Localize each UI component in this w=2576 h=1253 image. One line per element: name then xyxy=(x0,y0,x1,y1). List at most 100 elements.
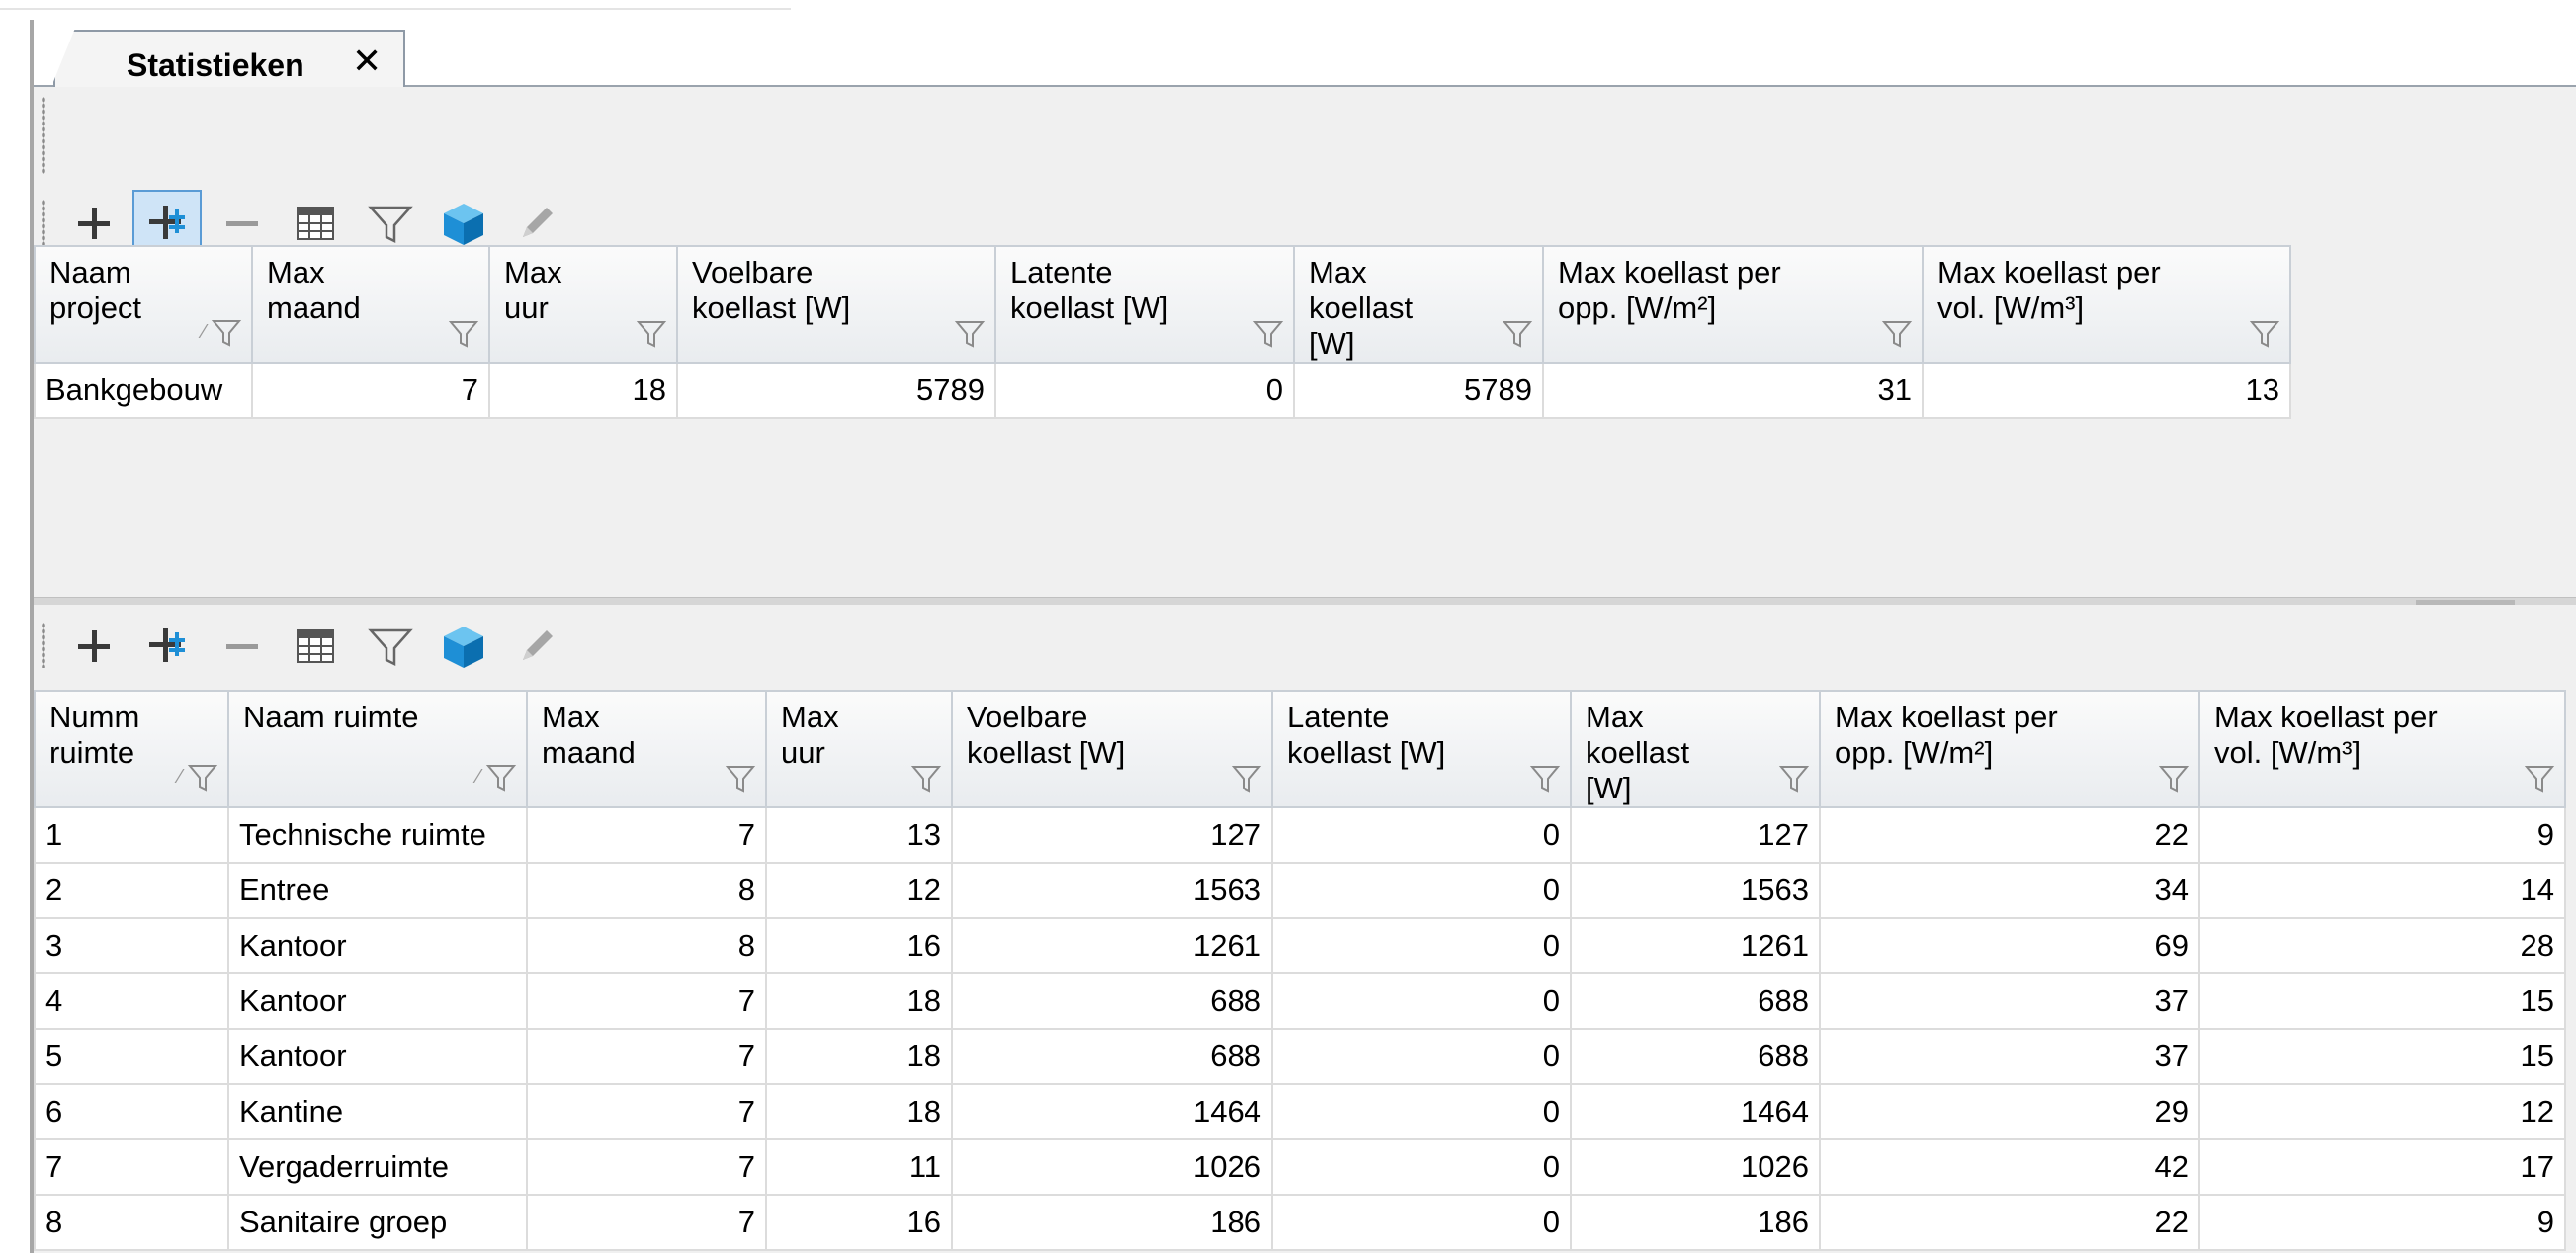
table-cell[interactable]: 34 xyxy=(1819,862,2200,919)
table-cell[interactable]: 18 xyxy=(765,1083,953,1140)
3d-view-button[interactable] xyxy=(429,613,498,680)
table-cell[interactable]: 22 xyxy=(1819,1194,2200,1251)
table-cell[interactable]: 0 xyxy=(994,362,1295,419)
columns-button[interactable] xyxy=(281,613,350,680)
column-header[interactable]: Max koellast [W] xyxy=(1570,690,1821,808)
filter-icon[interactable] xyxy=(186,760,219,794)
table-cell[interactable]: 8 xyxy=(34,1194,229,1251)
table-cell[interactable]: 13 xyxy=(765,806,953,864)
table-cell[interactable]: 18 xyxy=(765,972,953,1030)
table-cell[interactable]: 7 xyxy=(34,1138,229,1196)
column-header[interactable]: Voelbare koellast [W] xyxy=(951,690,1273,808)
table-cell[interactable]: 6 xyxy=(34,1083,229,1140)
column-header[interactable]: Naam ruimte ⁄ xyxy=(227,690,528,808)
filter-icon[interactable] xyxy=(635,316,668,350)
table-cell[interactable]: 4 xyxy=(34,972,229,1030)
table-row[interactable]: 7 Vergaderruimte 7 11 1026 0 1026 42 17 xyxy=(34,1138,2566,1196)
table-row[interactable]: 1 Technische ruimte 7 13 127 0 127 22 9 xyxy=(34,806,2566,864)
table-cell[interactable]: 28 xyxy=(2198,917,2566,974)
table-row[interactable]: Bankgebouw 7 18 5789 0 5789 31 13 xyxy=(34,362,2291,419)
table-cell[interactable]: 22 xyxy=(1819,806,2200,864)
table-cell[interactable]: 688 xyxy=(1570,1028,1821,1085)
table-cell[interactable]: 186 xyxy=(1570,1194,1821,1251)
table-cell[interactable]: 0 xyxy=(1271,862,1572,919)
table-row[interactable]: 6 Kantine 7 18 1464 0 1464 29 12 xyxy=(34,1083,2566,1140)
table-row[interactable]: 3 Kantoor 8 16 1261 0 1261 69 28 xyxy=(34,917,2566,974)
table-cell[interactable]: Bankgebouw xyxy=(34,362,253,419)
table-cell[interactable]: 688 xyxy=(951,972,1273,1030)
column-header[interactable]: Numm ruimte ⁄ xyxy=(34,690,229,808)
table-cell[interactable]: Kantoor xyxy=(227,917,528,974)
table-cell[interactable]: 11 xyxy=(765,1138,953,1196)
table-cell[interactable]: 1 xyxy=(34,806,229,864)
column-header[interactable]: Latente koellast [W] xyxy=(1271,690,1572,808)
column-header[interactable]: Naam project ⁄ xyxy=(34,245,253,364)
filter-icon[interactable] xyxy=(2523,761,2556,794)
filter-icon[interactable] xyxy=(2157,761,2190,794)
table-cell[interactable]: Technische ruimte xyxy=(227,806,528,864)
table-cell[interactable]: 127 xyxy=(951,806,1273,864)
toolbar-grip[interactable] xyxy=(42,200,45,245)
table-cell[interactable]: 14 xyxy=(2198,862,2566,919)
column-header[interactable]: Max koellast per vol. [W/m³] xyxy=(1922,245,2291,364)
column-header[interactable]: Max maand xyxy=(251,245,490,364)
filter-icon[interactable] xyxy=(1777,761,1811,794)
table-cell[interactable]: 1026 xyxy=(951,1138,1273,1196)
table-cell[interactable]: 7 xyxy=(526,806,767,864)
table-cell[interactable]: 7 xyxy=(251,362,490,419)
table-cell[interactable]: 7 xyxy=(526,1138,767,1196)
filter-icon[interactable] xyxy=(1251,316,1285,350)
add-child-button[interactable] xyxy=(132,613,202,680)
table-cell[interactable]: 16 xyxy=(765,1194,953,1251)
table-cell[interactable]: 186 xyxy=(951,1194,1273,1251)
table-cell[interactable]: 8 xyxy=(526,917,767,974)
filter-icon[interactable] xyxy=(1880,316,1914,350)
table-cell[interactable]: 7 xyxy=(526,1028,767,1085)
filter-icon[interactable] xyxy=(1528,761,1562,794)
table-cell[interactable]: 12 xyxy=(2198,1083,2566,1140)
table-cell[interactable]: 1261 xyxy=(1570,917,1821,974)
table-cell[interactable]: 1261 xyxy=(951,917,1273,974)
table-cell[interactable]: 1026 xyxy=(1570,1138,1821,1196)
filter-icon[interactable] xyxy=(484,760,518,794)
table-cell[interactable]: 9 xyxy=(2198,1194,2566,1251)
table-cell[interactable]: 16 xyxy=(765,917,953,974)
table-cell[interactable]: 5789 xyxy=(1293,362,1544,419)
filter-icon[interactable] xyxy=(909,761,943,794)
filter-icon[interactable] xyxy=(724,761,757,794)
column-header[interactable]: Max koellast per opp. [W/m²] xyxy=(1819,690,2200,808)
add-button[interactable] xyxy=(59,613,129,680)
table-cell[interactable]: 31 xyxy=(1542,362,1924,419)
table-cell[interactable]: Entree xyxy=(227,862,528,919)
column-header[interactable]: Max maand xyxy=(526,690,767,808)
table-cell[interactable]: 0 xyxy=(1271,806,1572,864)
filter-button[interactable] xyxy=(356,613,425,680)
tab-statistieken[interactable]: Statistieken ✕ xyxy=(53,30,405,89)
filter-icon[interactable] xyxy=(447,316,480,350)
table-cell[interactable]: 127 xyxy=(1570,806,1821,864)
filter-icon[interactable] xyxy=(1501,316,1534,350)
table-cell[interactable]: 15 xyxy=(2198,972,2566,1030)
table-cell[interactable]: 8 xyxy=(526,862,767,919)
toolbar-grip[interactable] xyxy=(42,623,45,668)
filter-icon[interactable] xyxy=(953,316,987,350)
table-cell[interactable]: 7 xyxy=(526,1083,767,1140)
column-header[interactable]: Max koellast [W] xyxy=(1293,245,1544,364)
table-cell[interactable]: 17 xyxy=(2198,1138,2566,1196)
filter-icon[interactable] xyxy=(1230,761,1263,794)
table-cell[interactable]: 0 xyxy=(1271,917,1572,974)
table-cell[interactable]: 12 xyxy=(765,862,953,919)
filter-icon[interactable] xyxy=(2248,316,2281,350)
table-cell[interactable]: 5 xyxy=(34,1028,229,1085)
table-cell[interactable]: 1464 xyxy=(1570,1083,1821,1140)
table-row[interactable]: 4 Kantoor 7 18 688 0 688 37 15 xyxy=(34,972,2566,1030)
table-cell[interactable]: 5789 xyxy=(676,362,996,419)
column-header[interactable]: Max uur xyxy=(765,690,953,808)
table-cell[interactable]: 37 xyxy=(1819,972,2200,1030)
table-cell[interactable]: 3 xyxy=(34,917,229,974)
table-cell[interactable]: 13 xyxy=(1922,362,2291,419)
table-cell[interactable]: 9 xyxy=(2198,806,2566,864)
table-row[interactable]: 2 Entree 8 12 1563 0 1563 34 14 xyxy=(34,862,2566,919)
table-cell[interactable]: 7 xyxy=(526,1194,767,1251)
column-header[interactable]: Max uur xyxy=(488,245,678,364)
